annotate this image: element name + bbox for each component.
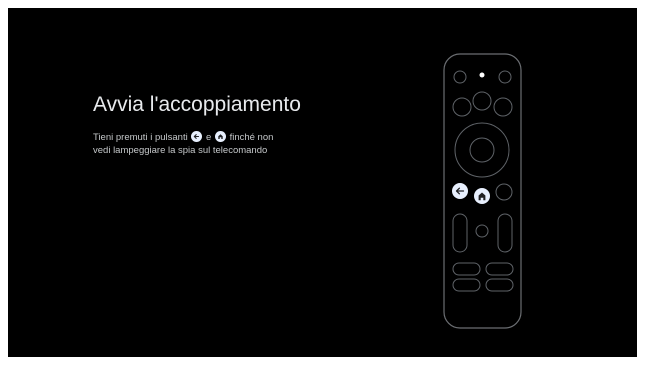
instruction-conj: e	[205, 132, 212, 143]
home-icon	[214, 131, 226, 142]
mute-button	[493, 97, 513, 117]
instruction-part-2: finché non	[229, 132, 274, 143]
dpad-ring	[454, 122, 510, 178]
status-light	[479, 72, 485, 78]
dpad-center	[469, 137, 495, 163]
instruction-line-2: vedi lampeggiare la spia sul telecomando	[93, 145, 268, 156]
remote-illustration	[443, 53, 523, 331]
shortcut-key-1	[452, 262, 481, 276]
extra-button	[495, 183, 513, 201]
back-icon	[191, 131, 203, 142]
shortcut-key-3	[452, 278, 481, 292]
instruction-text: Tieni premuti i pulsanti e finché non ve…	[93, 131, 353, 157]
menu-button	[472, 91, 492, 111]
channel-rocker	[497, 213, 513, 253]
input-button	[452, 97, 472, 117]
youtube-button	[475, 224, 489, 238]
shortcut-key-4	[485, 278, 514, 292]
shortcut-key-2	[485, 262, 514, 276]
page-title: Avvia l'accoppiamento	[93, 93, 301, 116]
pairing-screen: Avvia l'accoppiamento Tieni premuti i pu…	[8, 8, 637, 357]
instruction-line-1: Tieni premuti i pulsanti e finché non	[93, 131, 353, 144]
instruction-part-1: Tieni premuti i pulsanti	[93, 132, 188, 143]
assistant-button	[453, 70, 467, 84]
settings-button	[498, 70, 512, 84]
volume-rocker	[452, 213, 468, 253]
